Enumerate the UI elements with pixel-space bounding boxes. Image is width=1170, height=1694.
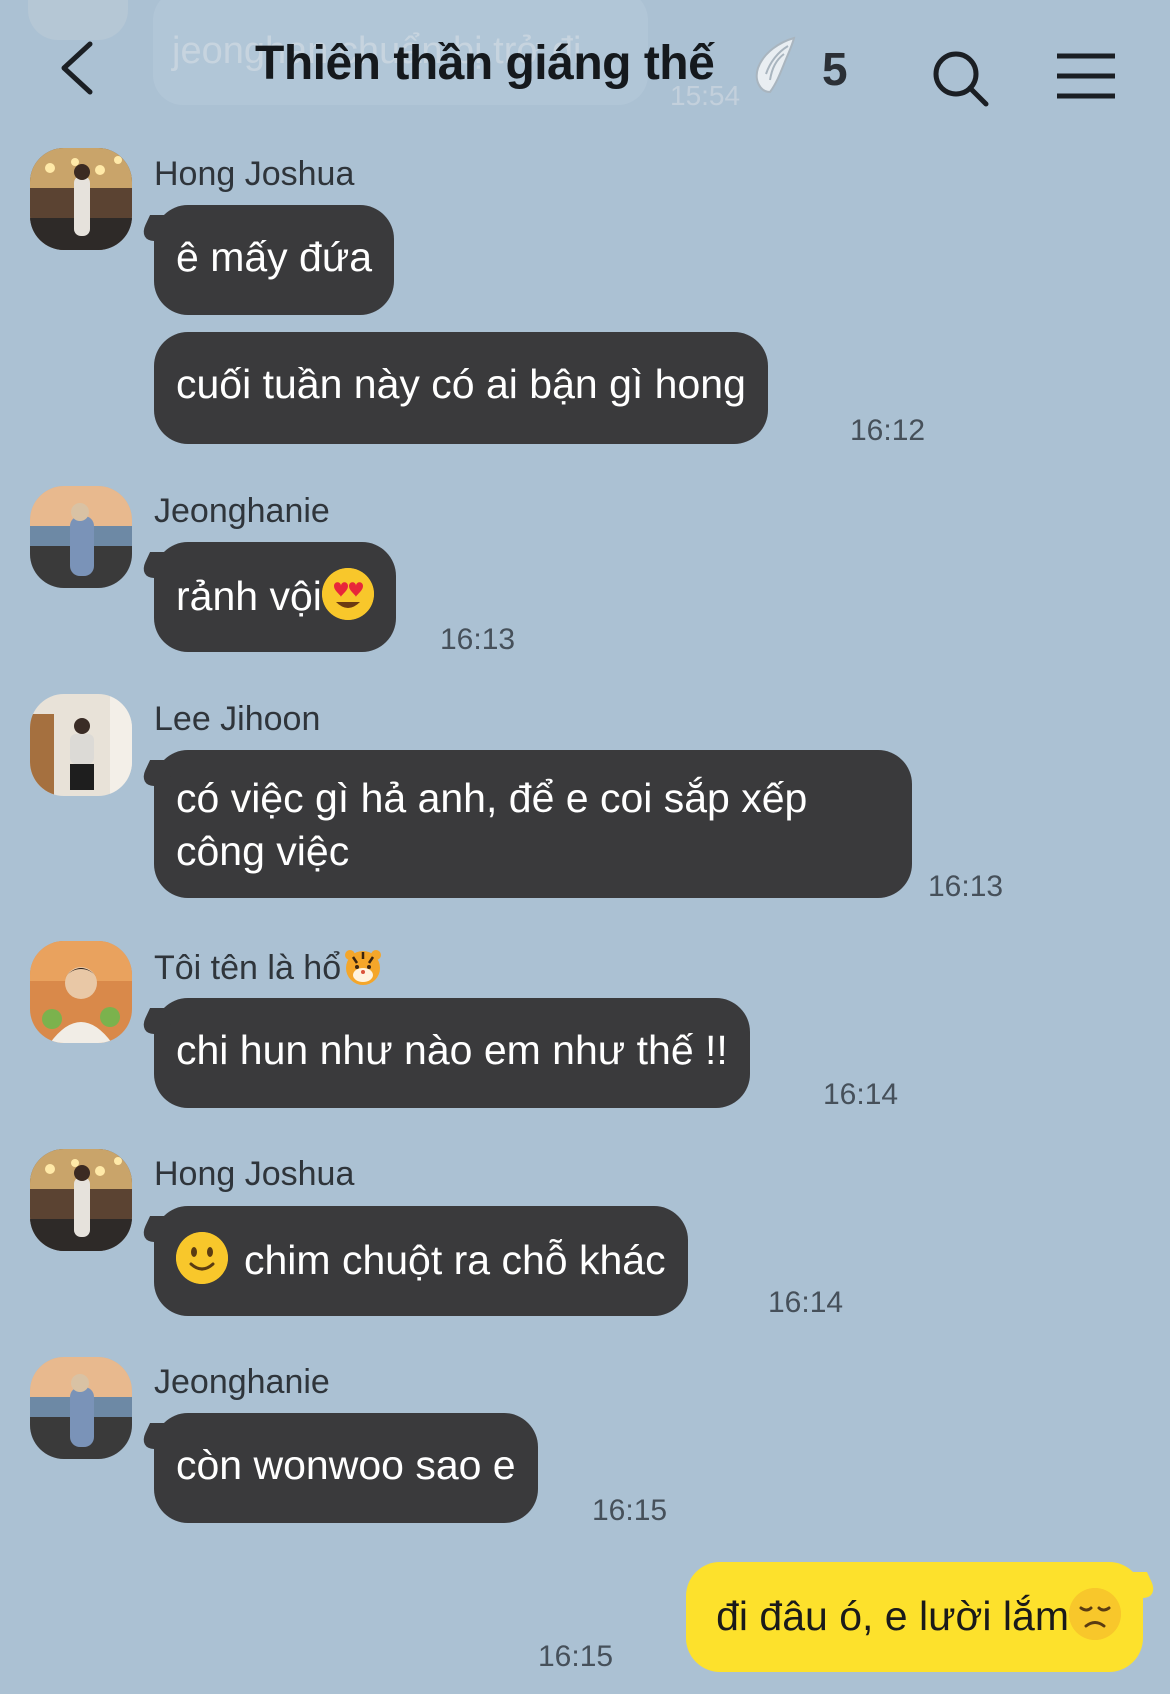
message-bubble[interactable]: còn wonwoo sao e: [154, 1413, 538, 1523]
message-text: chim chuột ra chỗ khác: [244, 1237, 666, 1283]
avatar-photo: [30, 694, 132, 796]
sender-name: Tôi tên là hổ: [154, 947, 383, 988]
message-text: ê mấy đứa: [176, 234, 373, 280]
chevron-left-icon: [61, 41, 93, 95]
avatar-jeonghanie[interactable]: [30, 1357, 132, 1459]
message-time: 16:14: [823, 1078, 899, 1111]
sender-name-text: Tôi tên là hổ: [154, 949, 342, 987]
avatar-hong-joshua[interactable]: [30, 148, 132, 250]
avatar-jeonghanie[interactable]: [30, 486, 132, 588]
message-bubble[interactable]: chi hun như nào em như thế !!: [154, 998, 750, 1108]
menu-button[interactable]: [1055, 52, 1117, 100]
avatar-hong-joshua[interactable]: [30, 1149, 132, 1251]
message-bubble[interactable]: chim chuột ra chỗ khác: [154, 1206, 688, 1316]
message-text: có việc gì hả anh, để e coi sắp xếp công…: [176, 775, 808, 874]
chat-title: Thiên thần giáng thế: [255, 37, 715, 90]
message-text: còn wonwoo sao e: [176, 1442, 516, 1488]
sender-name: Jeonghanie: [154, 492, 330, 530]
message-text: chi hun như nào em như thế !!: [176, 1027, 728, 1073]
tiger-emoji-icon: [345, 950, 382, 985]
angel-wing-icon: [755, 36, 796, 94]
my-message-time: 16:15: [538, 1640, 614, 1673]
back-button[interactable]: [52, 38, 112, 98]
member-count: 5: [822, 43, 848, 95]
sender-name: Lee Jihoon: [154, 700, 321, 738]
message-text: đi đâu ó, e lười lắm: [716, 1593, 1069, 1639]
avatar-photo: [30, 486, 132, 588]
chat-header: Thiên thần giáng thế 5: [0, 0, 1170, 140]
message-bubble[interactable]: ê mấy đứa: [154, 205, 395, 315]
message-bubble[interactable]: cuối tuần này có ai bận gì hong: [154, 332, 768, 444]
avatar-photo: [30, 1357, 132, 1459]
sender-name: Hong Joshua: [154, 155, 355, 193]
message-time: 16:13: [440, 623, 516, 656]
avatar-toi-ten-la-ho[interactable]: [30, 941, 132, 1043]
search-icon: [933, 51, 989, 107]
message-time: 16:15: [592, 1494, 668, 1527]
avatar-lee-jihoon[interactable]: [30, 694, 132, 796]
hamburger-menu-icon: [1057, 53, 1115, 99]
sender-name: Jeonghanie: [154, 1363, 330, 1401]
message-text: cuối tuần này có ai bận gì hong: [176, 361, 746, 407]
message-time: 16:14: [768, 1286, 844, 1319]
avatar-photo: [30, 148, 132, 250]
avatar-photo: [30, 1149, 132, 1251]
disappointed-face-icon: [1069, 1588, 1121, 1640]
message-bubble[interactable]: có việc gì hả anh, để e coi sắp xếp công…: [154, 750, 912, 898]
heart-eyes-emoji-icon: [321, 568, 374, 620]
message-time: 16:12: [850, 414, 926, 447]
message-time: 16:13: [928, 870, 1004, 903]
sender-name: Hong Joshua: [154, 1155, 355, 1193]
slightly-smiling-face-icon: [176, 1232, 228, 1284]
avatar-photo: [30, 941, 132, 1043]
message-bubble[interactable]: rảnh vội: [154, 542, 396, 652]
my-message-bubble[interactable]: đi đâu ó, e lười lắm: [686, 1562, 1143, 1672]
message-text: rảnh vội: [176, 573, 322, 619]
search-button[interactable]: [930, 48, 992, 110]
